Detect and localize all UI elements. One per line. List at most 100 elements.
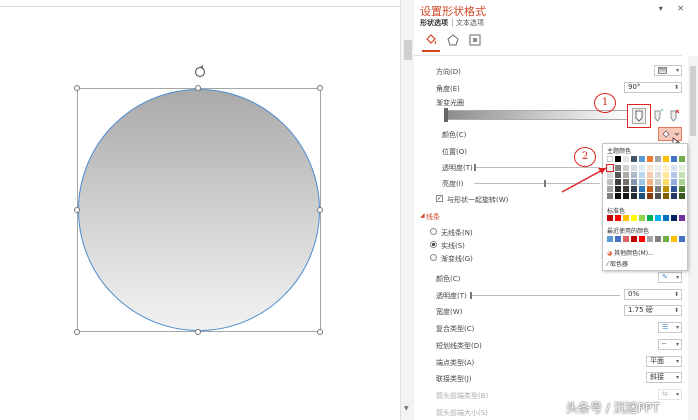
theme-color-swatch[interactable] bbox=[647, 156, 653, 162]
theme-shade-swatch[interactable] bbox=[679, 179, 685, 185]
resize-handle-nw[interactable] bbox=[74, 85, 80, 91]
recent-color-swatch[interactable] bbox=[679, 236, 685, 242]
theme-shade-swatch[interactable] bbox=[671, 193, 677, 199]
canvas-scrollbar[interactable]: ▼ bbox=[400, 0, 414, 420]
theme-shade-swatch[interactable] bbox=[679, 172, 685, 178]
theme-shade-swatch[interactable] bbox=[655, 165, 661, 171]
standard-color-swatch[interactable] bbox=[631, 215, 637, 221]
theme-shade-swatch[interactable] bbox=[623, 172, 629, 178]
line-section-title[interactable]: 线条 bbox=[426, 212, 440, 222]
fill-transparency-slider[interactable] bbox=[474, 164, 600, 171]
theme-shade-swatch[interactable] bbox=[606, 164, 614, 172]
theme-shade-swatch[interactable] bbox=[679, 193, 685, 199]
line-transparency-input[interactable]: 0% ⬍ bbox=[624, 289, 682, 300]
theme-shade-swatch[interactable] bbox=[639, 193, 645, 199]
add-gradient-stop-icon[interactable] bbox=[652, 108, 664, 124]
recent-color-swatch[interactable] bbox=[655, 236, 661, 242]
theme-shade-swatch[interactable] bbox=[655, 179, 661, 185]
recent-color-swatch[interactable] bbox=[615, 236, 621, 242]
stepper-icon[interactable]: ⬍ bbox=[674, 83, 679, 92]
resize-handle-se[interactable] bbox=[317, 329, 323, 335]
theme-shade-swatch[interactable] bbox=[671, 172, 677, 178]
pane-scrollbar-thumb[interactable] bbox=[690, 66, 696, 136]
theme-shade-swatch[interactable] bbox=[639, 186, 645, 192]
standard-color-swatch[interactable] bbox=[679, 215, 685, 221]
angle-input[interactable]: 90° ⬍ bbox=[624, 82, 682, 93]
slider-knob[interactable] bbox=[470, 292, 472, 299]
theme-color-swatch[interactable] bbox=[631, 156, 637, 162]
theme-shade-swatch[interactable] bbox=[615, 193, 621, 199]
pane-scrollbar[interactable] bbox=[688, 56, 698, 420]
standard-color-swatch[interactable] bbox=[615, 215, 621, 221]
recent-color-swatch[interactable] bbox=[631, 236, 637, 242]
effects-pentagon-icon[interactable] bbox=[446, 33, 460, 47]
standard-color-swatch[interactable] bbox=[607, 215, 613, 221]
gradient-line-radio[interactable] bbox=[430, 254, 437, 261]
compound-type-dropdown[interactable]: ☰ ▾ bbox=[658, 322, 682, 333]
theme-color-swatch[interactable] bbox=[607, 156, 613, 162]
tab-text-options[interactable]: 文本选项 bbox=[456, 18, 484, 28]
theme-shade-swatch[interactable] bbox=[639, 179, 645, 185]
line-color-button[interactable]: ✎ ▾ bbox=[658, 272, 682, 283]
theme-shade-swatch[interactable] bbox=[663, 165, 669, 171]
theme-shade-swatch[interactable] bbox=[631, 165, 637, 171]
scroll-down-arrow-icon[interactable]: ▼ bbox=[404, 405, 409, 412]
direction-dropdown[interactable]: ▾ bbox=[654, 65, 682, 76]
resize-handle-s[interactable] bbox=[195, 329, 201, 335]
recent-color-swatch[interactable] bbox=[607, 236, 613, 242]
theme-color-swatch[interactable] bbox=[655, 156, 661, 162]
theme-shade-swatch[interactable] bbox=[647, 193, 653, 199]
resize-handle-w[interactable] bbox=[74, 207, 80, 213]
theme-shade-swatch[interactable] bbox=[615, 186, 621, 192]
resize-handle-n[interactable] bbox=[195, 85, 201, 91]
theme-color-swatch[interactable] bbox=[663, 156, 669, 162]
size-properties-icon[interactable] bbox=[468, 33, 482, 47]
eyedropper-option[interactable]: ⁄ 取色器 bbox=[607, 259, 628, 268]
theme-shade-swatch[interactable] bbox=[607, 172, 613, 178]
collapse-caret-icon[interactable]: ◢ bbox=[420, 212, 425, 219]
theme-shade-swatch[interactable] bbox=[631, 186, 637, 192]
gradient-stop-handle[interactable] bbox=[444, 108, 448, 122]
theme-color-swatch[interactable] bbox=[679, 156, 685, 162]
theme-shade-swatch[interactable] bbox=[655, 193, 661, 199]
recent-color-swatch[interactable] bbox=[623, 236, 629, 242]
recent-color-swatch[interactable] bbox=[639, 236, 645, 242]
join-type-dropdown[interactable]: 斜接 ▾ bbox=[646, 372, 682, 383]
theme-shade-swatch[interactable] bbox=[639, 165, 645, 171]
no-line-radio[interactable] bbox=[430, 228, 437, 235]
tab-shape-options[interactable]: 形状选项 bbox=[420, 18, 448, 28]
recent-color-swatch[interactable] bbox=[671, 236, 677, 242]
theme-shade-swatch[interactable] bbox=[671, 165, 677, 171]
standard-color-swatch[interactable] bbox=[671, 215, 677, 221]
theme-color-swatch[interactable] bbox=[615, 156, 621, 162]
recent-color-swatch[interactable] bbox=[647, 236, 653, 242]
theme-shade-swatch[interactable] bbox=[615, 179, 621, 185]
theme-shade-swatch[interactable] bbox=[655, 186, 661, 192]
remove-gradient-stop-icon[interactable] bbox=[668, 108, 680, 124]
solid-line-radio[interactable] bbox=[430, 241, 437, 248]
theme-shade-swatch[interactable] bbox=[663, 172, 669, 178]
slide-canvas[interactable] bbox=[0, 0, 400, 420]
rotate-handle-icon[interactable] bbox=[193, 65, 207, 79]
theme-shade-swatch[interactable] bbox=[671, 179, 677, 185]
theme-shade-swatch[interactable] bbox=[647, 172, 653, 178]
theme-color-swatch[interactable] bbox=[623, 156, 629, 162]
slider-knob[interactable] bbox=[544, 180, 546, 187]
standard-color-swatch[interactable] bbox=[655, 215, 661, 221]
line-width-input[interactable]: 1.75 磅 ⬍ bbox=[624, 305, 682, 316]
standard-color-swatch[interactable] bbox=[639, 215, 645, 221]
theme-shade-swatch[interactable] bbox=[631, 172, 637, 178]
fill-line-icon[interactable] bbox=[424, 33, 438, 47]
line-transparency-slider[interactable] bbox=[470, 292, 620, 299]
stepper-icon[interactable]: ⬍ bbox=[674, 290, 679, 299]
gradient-circle-shape[interactable] bbox=[78, 89, 320, 331]
theme-shade-swatch[interactable] bbox=[671, 186, 677, 192]
theme-shade-swatch[interactable] bbox=[663, 179, 669, 185]
theme-shade-swatch[interactable] bbox=[623, 179, 629, 185]
theme-shade-swatch[interactable] bbox=[679, 186, 685, 192]
dash-type-dropdown[interactable]: ┅ ▾ bbox=[658, 339, 682, 350]
cap-type-dropdown[interactable]: 平面 ▾ bbox=[646, 356, 682, 367]
resize-handle-sw[interactable] bbox=[74, 329, 80, 335]
theme-shade-swatch[interactable] bbox=[663, 186, 669, 192]
theme-shade-swatch[interactable] bbox=[607, 193, 613, 199]
